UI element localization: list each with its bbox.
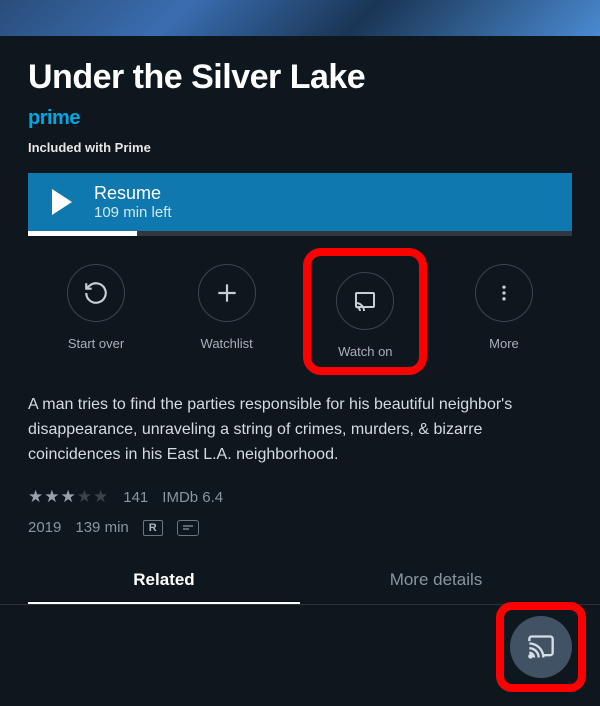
play-icon [52,189,72,215]
cast-icon [353,289,377,313]
meta-row: 2019 139 min R [28,519,572,536]
tabs: Related More details [28,570,572,604]
year: 2019 [28,519,61,536]
watchlist-button[interactable]: Watchlist [177,264,277,367]
progress-bar [28,231,572,236]
cast-fab[interactable] [510,616,572,678]
prime-badge: prime [28,107,572,130]
mpaa-badge: R [143,520,163,536]
rating-count: 141 [123,489,148,506]
tab-more-details[interactable]: More details [300,570,572,604]
more-vertical-icon [494,283,514,303]
subtitles-icon [177,520,199,536]
start-over-button[interactable]: Start over [46,264,146,367]
star-rating: ★★★★★ [28,487,109,507]
more-button[interactable]: More [454,264,554,367]
resume-button[interactable]: Resume 109 min left [28,173,572,231]
included-label: Included with Prime [28,140,572,155]
action-row: Start over Watchlist Wat [28,264,572,367]
imdb-rating: IMDb 6.4 [162,489,223,506]
cast-icon [527,633,555,661]
watch-on-button[interactable]: Watch on [315,272,415,359]
tab-underline [28,602,300,604]
watch-on-highlight: Watch on [303,248,427,375]
tab-related[interactable]: Related [28,570,300,604]
movie-title: Under the Silver Lake [28,58,572,97]
resume-label: Resume [94,183,172,204]
hero-backdrop [0,0,600,36]
cast-fab-highlight [496,602,586,692]
synopsis: A man tries to find the parties responsi… [28,393,572,467]
progress-fill [28,231,137,236]
runtime: 139 min [75,519,128,536]
resume-time-left: 109 min left [94,204,172,221]
ratings-row: ★★★★★ 141 IMDb 6.4 [28,487,572,507]
restart-icon [83,280,109,306]
plus-icon [214,280,240,306]
